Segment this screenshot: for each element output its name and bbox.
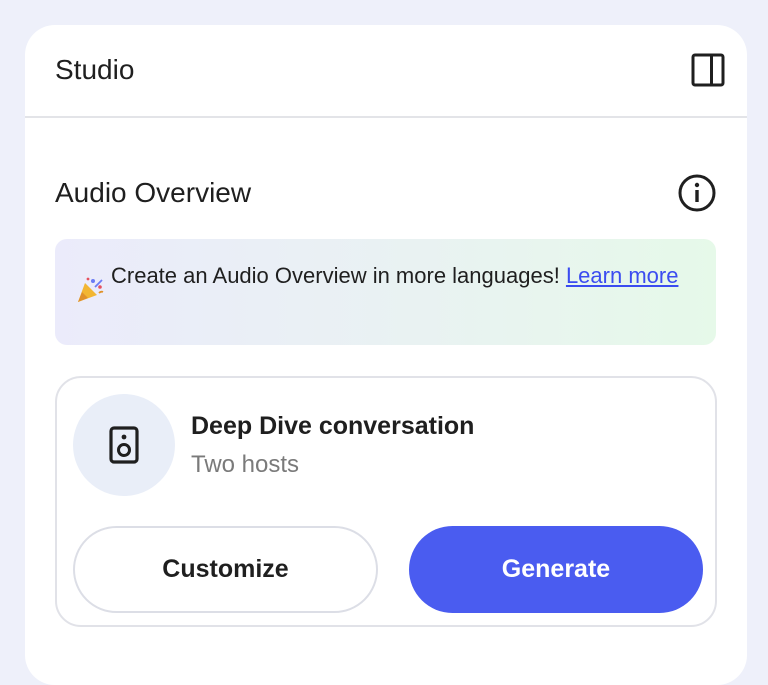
speaker-icon bbox=[109, 426, 139, 464]
banner-text: Create an Audio Overview in more languag… bbox=[111, 263, 560, 288]
deep-dive-card: Deep Dive conversation Two hosts Customi… bbox=[55, 376, 717, 627]
languages-banner: Create an Audio Overview in more languag… bbox=[55, 239, 716, 345]
info-button[interactable] bbox=[677, 173, 717, 213]
info-icon bbox=[678, 174, 716, 212]
customize-button[interactable]: Customize bbox=[73, 526, 378, 613]
card-subtitle: Two hosts bbox=[191, 451, 300, 478]
studio-panel: Studio Audio Overview Create an Audio Ov… bbox=[25, 25, 747, 685]
party-popper-icon bbox=[78, 277, 104, 302]
audio-overview-title: Audio Overview bbox=[55, 177, 252, 208]
learn-more-link[interactable]: Learn more bbox=[566, 263, 679, 288]
panel-header: Studio bbox=[25, 25, 747, 118]
side-panel-icon bbox=[691, 53, 725, 87]
card-avatar bbox=[73, 394, 175, 496]
generate-button[interactable]: Generate bbox=[409, 526, 703, 613]
banner-message: Create an Audio Overview in more languag… bbox=[111, 261, 701, 291]
panel-toggle-button[interactable] bbox=[689, 51, 727, 89]
card-title: Deep Dive conversation bbox=[191, 412, 475, 440]
panel-title: Studio bbox=[55, 54, 135, 85]
audio-overview-header: Audio Overview bbox=[55, 173, 717, 213]
